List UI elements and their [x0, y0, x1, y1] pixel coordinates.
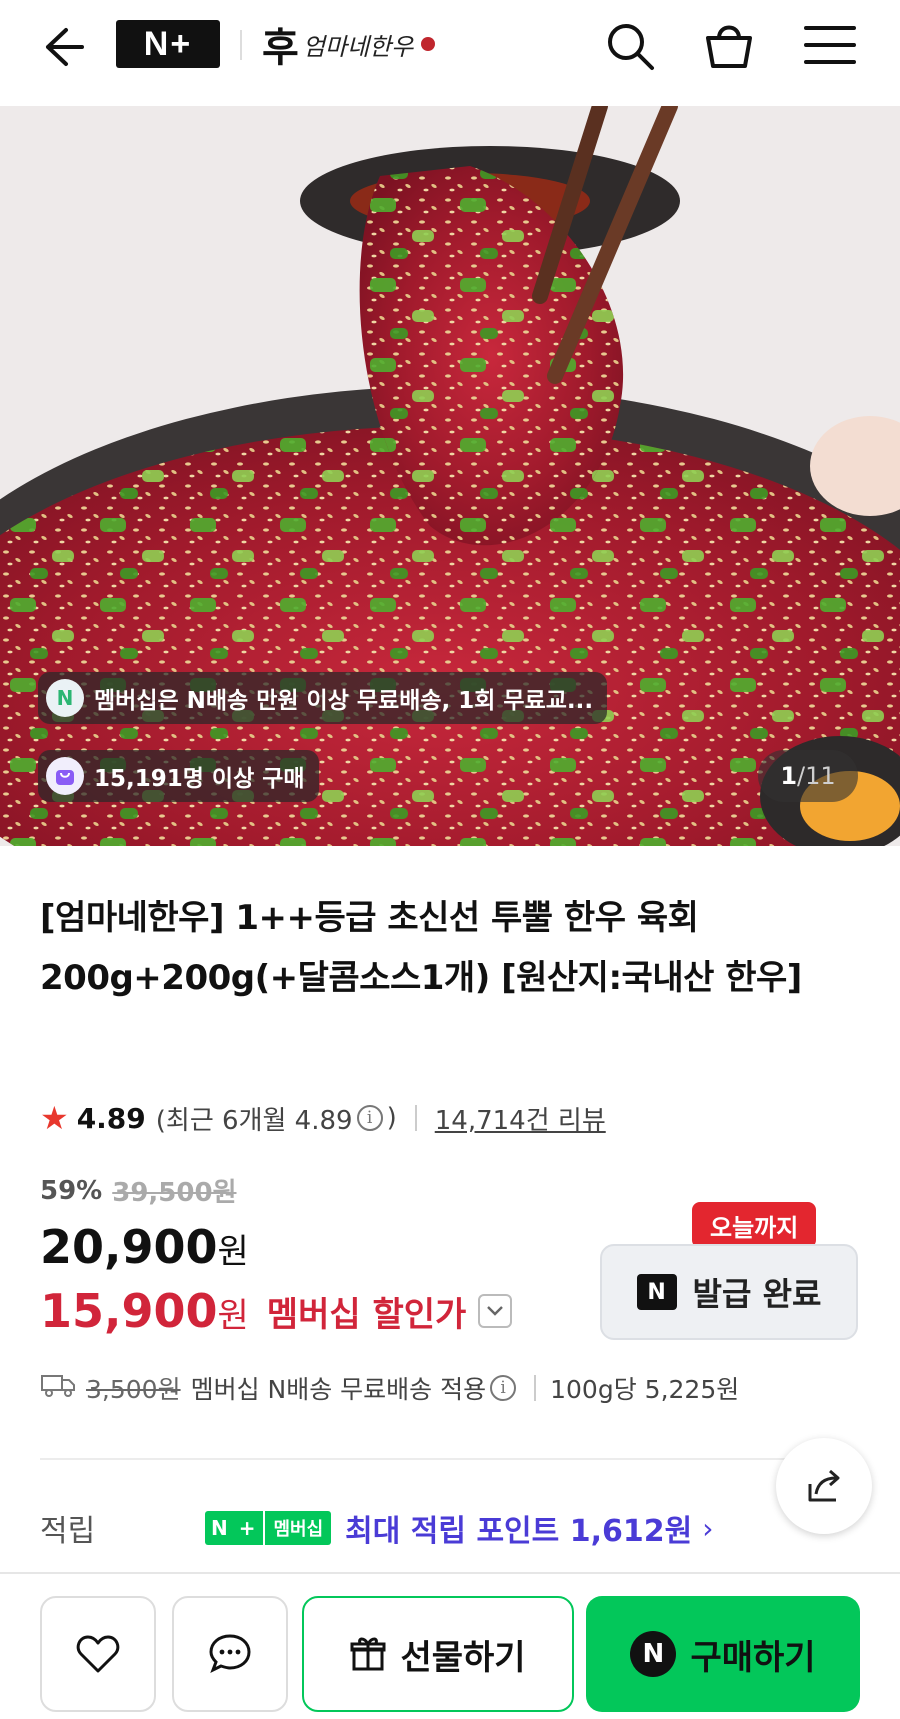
points-row[interactable]: 적립 N + 멤버십 최대 적립 포인트 1,612원 ›	[40, 1500, 860, 1556]
buyers-count-text: 15,191명 이상 구매	[94, 766, 305, 792]
header-divider	[240, 30, 242, 60]
buy-button-label: 구매하기	[690, 1637, 816, 1678]
menu-icon[interactable]	[802, 20, 858, 70]
nplus-logo[interactable]: N+	[116, 20, 220, 68]
separator	[414, 1105, 417, 1131]
image-index: 1	[780, 762, 798, 790]
delivery-info-icon[interactable]: i	[490, 1375, 517, 1401]
shopping-bag-icon[interactable]	[700, 16, 758, 74]
chevron-right-icon: ›	[702, 1511, 714, 1545]
recent-rating-close: )	[386, 1103, 397, 1133]
naver-n-icon: N	[636, 1274, 677, 1310]
review-count-link[interactable]: 14,714건 리뷰	[435, 1100, 606, 1137]
section-divider	[40, 1458, 840, 1460]
buy-button[interactable]: N 구매하기	[586, 1596, 860, 1712]
brand-seal-icon	[421, 37, 436, 51]
product-photo	[0, 106, 900, 846]
membership-badge-text: 멤버십	[263, 1511, 332, 1545]
bottom-action-bar: 선물하기 N 구매하기	[0, 1572, 900, 1719]
nplus-membership-badge: N + 멤버십	[205, 1511, 332, 1545]
max-points-text: 최대 적립 포인트 1,612원	[345, 1514, 693, 1549]
old-delivery-fee: 3,500원	[86, 1375, 181, 1404]
image-total: /11	[797, 762, 836, 790]
delivery-row: 3,500원 멤버십 N배송 무료배송 적용 i 100g당 5,225원	[40, 1370, 739, 1406]
shopping-bag-badge-icon	[46, 757, 84, 795]
info-icon[interactable]: i	[356, 1105, 383, 1131]
wishlist-button[interactable]	[40, 1596, 156, 1712]
delivery-text: 멤버십 N배송 무료배송 적용	[190, 1375, 487, 1404]
discount-rate: 59%	[40, 1175, 103, 1206]
gift-icon	[350, 1637, 386, 1671]
naver-pay-n-icon: N	[630, 1631, 677, 1677]
product-title: [엄마네한우] 1++등급 초신선 투뿔 한우 육회 200g+200g(+달콤…	[40, 898, 802, 998]
coupon-button-label: 발급 완료	[692, 1275, 822, 1313]
coupon-deadline-badge: 오늘까지	[692, 1202, 817, 1258]
sale-price-unit: 원	[217, 1232, 249, 1272]
membership-benefit-banner[interactable]: N 멤버십은 N배송 만원 이상 무료배송, 1회 무료교...	[38, 672, 608, 724]
brand-mark-icon: 후	[262, 24, 299, 71]
member-price-value: 15,900	[40, 1284, 218, 1338]
rating-value: 4.89	[76, 1101, 146, 1135]
recent-rating-text: (최근 6개월 4.89	[155, 1105, 353, 1136]
brand-logo[interactable]: 후 엄마네한우	[262, 18, 436, 71]
coupon-issued-button[interactable]: N 발급 완료	[600, 1244, 858, 1340]
separator	[534, 1375, 537, 1401]
chevron-down-icon[interactable]	[478, 1294, 513, 1328]
brand-logo-text: 엄마네한우	[302, 32, 414, 61]
gift-button-label: 선물하기	[400, 1637, 526, 1678]
truck-icon	[40, 1372, 76, 1404]
sale-price-value: 20,900	[40, 1220, 218, 1274]
chat-bubble-icon	[209, 1634, 251, 1674]
sale-price: 20,900원	[40, 1220, 249, 1274]
member-price-row: 15,900원 멤버십 할인가	[40, 1284, 513, 1338]
member-price: 15,900원	[40, 1284, 249, 1338]
image-counter: 1/11	[758, 750, 858, 802]
product-image-carousel[interactable]: N 멤버십은 N배송 만원 이상 무료배송, 1회 무료교... 15,191명…	[0, 106, 900, 846]
star-icon: ★	[40, 1099, 69, 1137]
n-delivery-icon: N	[46, 679, 84, 717]
member-price-unit: 원	[217, 1296, 249, 1336]
member-price-label: 멤버십 할인가	[266, 1294, 467, 1335]
top-app-bar: N+ 후 엄마네한우	[0, 0, 900, 106]
gift-button[interactable]: 선물하기	[302, 1596, 574, 1712]
membership-benefit-text: 멤버십은 N배송 만원 이상 무료배송, 1회 무료교...	[94, 688, 594, 714]
points-label: 적립	[40, 1514, 96, 1549]
talk-button[interactable]	[172, 1596, 288, 1712]
original-price: 39,500원	[112, 1178, 237, 1208]
back-arrow-icon[interactable]	[36, 22, 86, 72]
unit-price: 100g당 5,225원	[550, 1375, 740, 1404]
buyers-count-banner: 15,191명 이상 구매	[38, 750, 319, 802]
nplus-badge-text: N +	[205, 1511, 264, 1545]
search-icon[interactable]	[602, 18, 658, 74]
rating-row: ★ 4.89 (최근 6개월 4.89 i ) 14,714건 리뷰	[40, 1096, 606, 1140]
heart-icon	[76, 1635, 120, 1673]
discount-row: 59% 39,500원	[40, 1172, 237, 1209]
